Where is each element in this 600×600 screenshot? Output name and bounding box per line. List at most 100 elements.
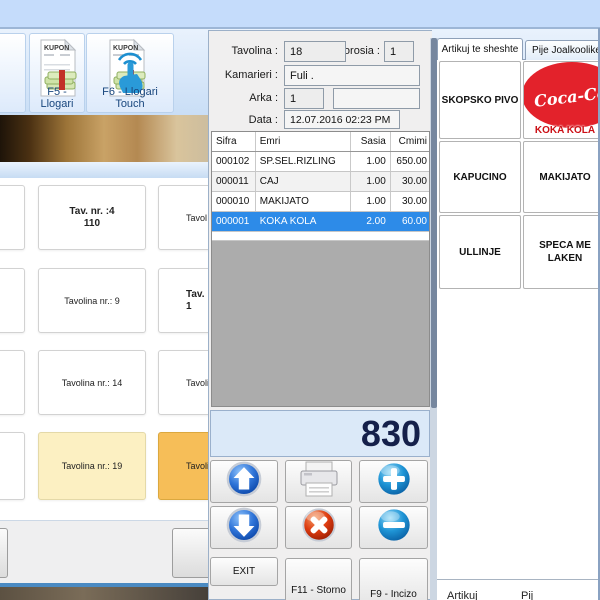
- data-label: Data :: [208, 114, 278, 126]
- background-blue-strip: [0, 162, 208, 178]
- move-up-button[interactable]: [210, 460, 278, 503]
- table-button-partial[interactable]: [0, 185, 25, 250]
- cell-sasia: 1.00: [351, 152, 391, 171]
- arka-label: Arka :: [208, 92, 278, 104]
- plus-icon: [375, 460, 413, 503]
- product-button-ullinje[interactable]: ULLINJE: [439, 215, 521, 289]
- table-row[interactable]: 000102 SP.SEL.RIZLING 1.00 650.00: [212, 152, 429, 172]
- window-title-band: [0, 0, 600, 27]
- f5-llogari-button[interactable]: KUPON F5 - Llogari: [29, 33, 85, 113]
- bottom-tab-fragment[interactable]: Pij: [521, 590, 533, 600]
- table-row-selected[interactable]: 000001 KOKA KOLA 2.00 60.00: [212, 212, 429, 232]
- tavolina-label: Tavolina :: [208, 45, 278, 57]
- arka-field[interactable]: 1: [284, 88, 324, 109]
- cell-sifra: 000102: [212, 152, 256, 171]
- tab-artikuj-te-sheshte[interactable]: Artikuj te sheshte: [437, 38, 523, 60]
- cell-emri: MAKIJATO: [256, 192, 351, 211]
- cell-emri: SP.SEL.RIZLING: [256, 152, 351, 171]
- printer-icon: [297, 460, 341, 503]
- product-label: SKOPSKO PIVO: [442, 94, 519, 107]
- kamarieri-field[interactable]: Fuli .: [284, 65, 420, 86]
- table-button-label: Tav.: [159, 289, 205, 301]
- cancel-icon: [300, 506, 338, 549]
- table-button-partial[interactable]: [0, 432, 25, 500]
- f11-storno-label: F11 - Storno: [286, 585, 351, 596]
- table-button-tav-4[interactable]: Tav. nr. :4 110: [38, 185, 146, 250]
- cell-sifra: 000010: [212, 192, 256, 211]
- arka-value: 1: [290, 93, 296, 105]
- product-button-koka-kola[interactable]: Coca-Cola KOKA KOLA: [523, 61, 600, 139]
- exit-button-label: EXIT: [233, 566, 255, 577]
- move-down-button[interactable]: [210, 506, 278, 549]
- table-button-amount: 1: [159, 301, 192, 313]
- svg-text:KUPON: KUPON: [44, 45, 69, 52]
- column-header-emri[interactable]: Emri: [256, 132, 351, 151]
- column-header-sifra[interactable]: Sifra: [212, 132, 256, 151]
- tab-pije-joalkoolike[interactable]: Pije Joalkoolike: [525, 40, 600, 60]
- cell-cmimi: 60.00: [391, 212, 429, 231]
- product-label: MAKIJATO: [539, 171, 590, 184]
- table-button-label: Tavolina nr.: 19: [62, 460, 123, 472]
- exit-button[interactable]: EXIT: [210, 557, 278, 586]
- cell-emri: KOKA KOLA: [256, 212, 351, 231]
- bottom-bar-button-partial[interactable]: [0, 528, 8, 578]
- cell-sifra: 000011: [212, 172, 256, 191]
- data-value: 12.07.2016 02:23 PM: [290, 114, 390, 126]
- table-button-tav-14[interactable]: Tavolina nr.: 14: [38, 350, 146, 415]
- product-button-speca-me-laken[interactable]: SPECA ME LAKEN: [523, 215, 600, 289]
- cell-sasia: 1.00: [351, 192, 391, 211]
- add-item-button[interactable]: [359, 460, 428, 503]
- cell-cmimi: 30.00: [391, 192, 429, 211]
- f9-incizo-button[interactable]: F9 - Incizo: [359, 558, 428, 600]
- table-button-tav-19[interactable]: Tavolina nr.: 19: [38, 432, 146, 500]
- toolbar-button-partial-touch[interactable]: Touch: [0, 33, 26, 113]
- table-button-amount: 110: [84, 218, 100, 230]
- f6-llogari-touch-button[interactable]: KUPON F6 - Llogari Touch: [86, 33, 174, 113]
- table-header-row: Sifra Emri Sasia Cmimi: [212, 132, 429, 152]
- porosia-field[interactable]: 1: [384, 41, 414, 62]
- kamarieri-label: Kamarieri :: [208, 69, 278, 81]
- print-button[interactable]: [285, 460, 352, 503]
- product-label: SPECA ME LAKEN: [532, 239, 598, 265]
- tab-label: Artikuj te sheshte: [442, 44, 519, 55]
- table-button-partial[interactable]: [0, 350, 25, 415]
- remove-item-button[interactable]: [359, 506, 428, 549]
- data-field[interactable]: 12.07.2016 02:23 PM: [284, 110, 400, 129]
- cell-cmimi: 30.00: [391, 172, 429, 191]
- product-button-makijato[interactable]: MAKIJATO: [523, 141, 600, 213]
- table-button-label: Tavoli: [159, 460, 209, 472]
- cell-cmimi: 650.00: [391, 152, 429, 171]
- table-row[interactable]: 000010 MAKIJATO 1.00 30.00: [212, 192, 429, 212]
- toolbar-button-label: F6 - Llogari Touch: [87, 86, 173, 110]
- table-button-tav-9[interactable]: Tavolina nr.: 9: [38, 268, 146, 333]
- f11-storno-button[interactable]: F11 - Storno: [285, 558, 352, 600]
- table-row[interactable]: 000011 CAJ 1.00 30.00: [212, 172, 429, 192]
- column-header-cmimi[interactable]: Cmimi: [391, 132, 429, 151]
- product-label: ULLINJE: [459, 246, 501, 259]
- divider: [437, 579, 600, 580]
- up-arrow-icon: [225, 460, 263, 503]
- bottom-tab-fragment[interactable]: Artikuj: [447, 590, 478, 600]
- tavolina-value: 18: [290, 46, 302, 58]
- svg-text:KUPON: KUPON: [113, 45, 138, 52]
- minus-icon: [375, 506, 413, 549]
- product-button-kapucino[interactable]: KAPUCINO: [439, 141, 521, 213]
- pos-application-window: Touch KUPON F5 - Llogari: [0, 0, 600, 600]
- table-button-label: Tavoli: [159, 377, 209, 389]
- tavolina-field[interactable]: 18: [284, 41, 346, 62]
- table-button-partial[interactable]: [0, 268, 25, 333]
- cancel-item-button[interactable]: [285, 506, 352, 549]
- order-items-table: Sifra Emri Sasia Cmimi 000102 SP.SEL.RIZ…: [211, 131, 430, 407]
- order-total-value: 830: [361, 413, 421, 455]
- cell-sasia: 1.00: [351, 172, 391, 191]
- product-button-skopsko-pivo[interactable]: SKOPSKO PIVO: [439, 61, 521, 139]
- product-label: KOKA KOLA: [524, 124, 600, 137]
- table-button-label: Tavolina nr.: 14: [62, 377, 123, 389]
- cell-emri: CAJ: [256, 172, 351, 191]
- arka-field-2[interactable]: [333, 88, 420, 109]
- column-header-sasia[interactable]: Sasia: [351, 132, 391, 151]
- porosia-value: 1: [390, 46, 396, 58]
- tab-label: Pije Joalkoolike: [532, 45, 600, 56]
- toolbar-button-label: F5 - Llogari: [30, 86, 84, 110]
- cell-sasia: 2.00: [351, 212, 391, 231]
